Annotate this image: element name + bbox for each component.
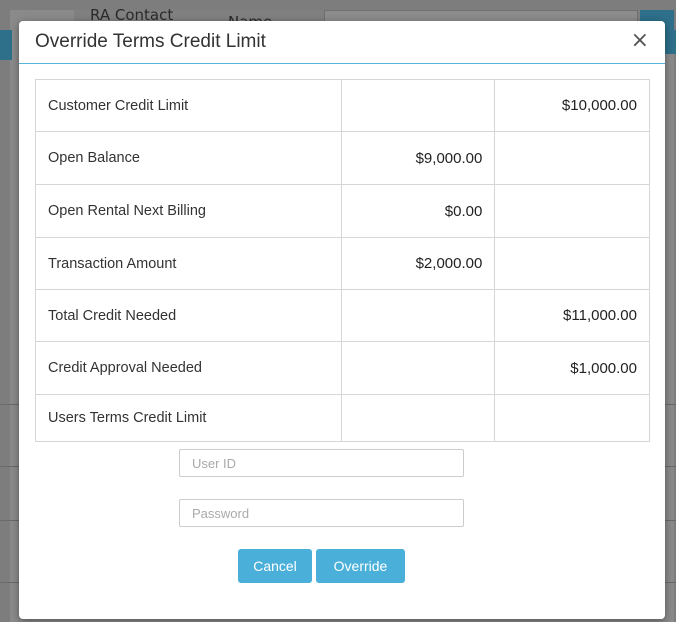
- row-mid-value: [340, 341, 496, 395]
- cancel-button[interactable]: Cancel: [238, 549, 312, 583]
- password-input[interactable]: [179, 499, 464, 527]
- background-accent-left: [0, 30, 12, 60]
- table-row: Credit Approval Needed $1,000.00: [35, 341, 650, 395]
- table-row: Users Terms Credit Limit: [35, 394, 650, 442]
- row-right-value: $10,000.00: [494, 79, 650, 132]
- row-right-value: $11,000.00: [494, 289, 650, 342]
- table-row: Customer Credit Limit $10,000.00: [35, 79, 650, 132]
- row-right-value: [494, 131, 650, 185]
- dialog-title: Override Terms Credit Limit: [35, 31, 266, 52]
- table-row: Open Rental Next Billing $0.00: [35, 184, 650, 238]
- table-row: Total Credit Needed $11,000.00: [35, 289, 650, 342]
- row-right-value: [494, 394, 650, 442]
- row-mid-value: [340, 79, 496, 132]
- row-mid-value: [340, 289, 496, 342]
- row-right-value: [494, 184, 650, 238]
- user-id-input[interactable]: [179, 449, 464, 477]
- row-mid-value: $9,000.00: [340, 131, 496, 185]
- row-label: Customer Credit Limit: [35, 79, 342, 132]
- row-label: Transaction Amount: [35, 237, 342, 290]
- override-button[interactable]: Override: [316, 549, 405, 583]
- override-credit-dialog: Override Terms Credit Limit × Customer C…: [19, 21, 665, 619]
- credit-summary-table: Customer Credit Limit $10,000.00 Open Ba…: [35, 79, 650, 442]
- close-icon[interactable]: ×: [631, 30, 649, 52]
- dialog-header: Override Terms Credit Limit ×: [19, 21, 665, 64]
- row-label: Open Rental Next Billing: [35, 184, 342, 238]
- row-mid-value: $0.00: [340, 184, 496, 238]
- row-label: Total Credit Needed: [35, 289, 342, 342]
- row-label: Open Balance: [35, 131, 342, 185]
- table-row: Transaction Amount $2,000.00: [35, 237, 650, 290]
- row-label: Users Terms Credit Limit: [35, 394, 342, 442]
- row-right-value: $1,000.00: [494, 341, 650, 395]
- row-mid-value: [340, 394, 496, 442]
- background-accent-right: [664, 30, 676, 54]
- table-row: Open Balance $9,000.00: [35, 131, 650, 185]
- row-right-value: [494, 237, 650, 290]
- row-label: Credit Approval Needed: [35, 341, 342, 395]
- row-mid-value: $2,000.00: [340, 237, 496, 290]
